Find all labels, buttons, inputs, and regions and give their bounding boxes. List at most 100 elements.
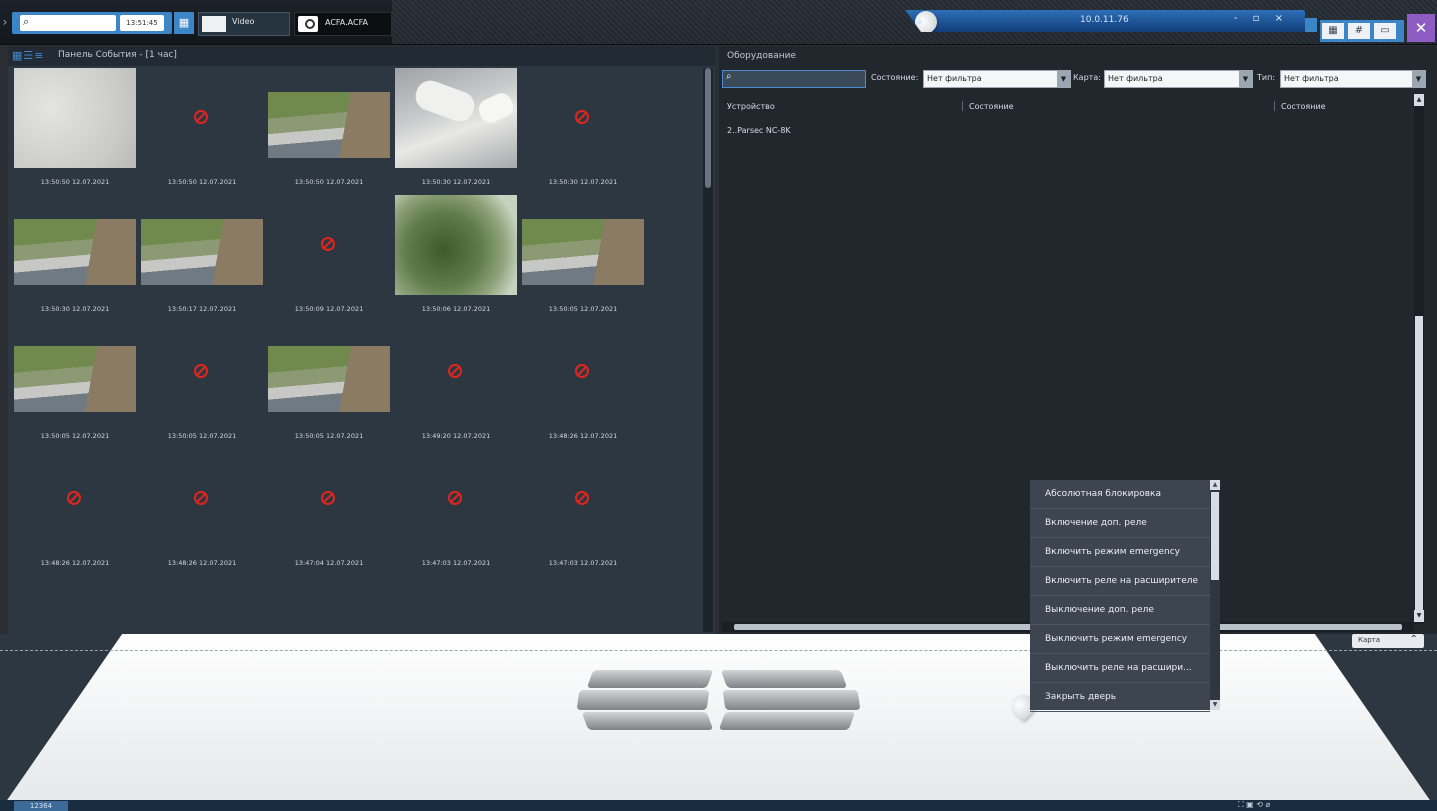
no-image-icon <box>448 364 462 378</box>
tab-video[interactable]: Video <box>198 12 290 36</box>
no-image-icon <box>448 491 462 505</box>
layouts-grid-button[interactable]: ▦ <box>174 12 194 34</box>
panel-toggle-icon[interactable]: › <box>0 12 10 32</box>
menu-item[interactable]: Закрыть дверь <box>1030 683 1210 712</box>
map-area[interactable] <box>0 634 1437 800</box>
equipment-search-input[interactable]: ⌕ <box>722 70 866 88</box>
map-object[interactable] <box>720 670 848 688</box>
event-time: 13:50:30 12.07.2021 <box>421 178 491 186</box>
event-time: 13:50:17 12.07.2021 <box>167 305 237 313</box>
chevron-up-icon: ⌃ <box>1409 634 1418 645</box>
events-scrollbar-thumb[interactable] <box>705 68 711 188</box>
tools-icon[interactable]: ✕ <box>1407 14 1435 42</box>
scroll-up-button[interactable]: ▲ <box>1414 94 1424 106</box>
event-tile[interactable]: 13:50:05 12.07.2021 <box>522 195 644 321</box>
map-filter-select[interactable]: Нет фильтра ▼ <box>1104 70 1253 88</box>
map-filter-label: Карта: <box>1073 73 1101 82</box>
event-time: 13:50:06 12.07.2021 <box>421 305 491 313</box>
menu-item[interactable]: Включить режим emergency <box>1030 538 1210 567</box>
menu-item[interactable]: Включение доп. реле <box>1030 509 1210 538</box>
map-object[interactable] <box>581 712 714 730</box>
map-object[interactable] <box>722 690 861 710</box>
event-tile[interactable]: 13:50:30 12.07.2021 <box>522 68 644 194</box>
map-object[interactable] <box>586 670 714 688</box>
tab-acfa[interactable]: ACFA.ACFA <box>294 12 392 36</box>
menu-item[interactable]: Выключить реле на расшири... <box>1030 654 1210 683</box>
context-menu-scroll-thumb[interactable] <box>1211 492 1219 580</box>
map-toggle-button[interactable]: Карта ⌃ <box>1352 634 1424 648</box>
event-tile[interactable]: 13:50:30 12.07.2021 <box>14 195 136 321</box>
view-grid-icon[interactable]: ▦ <box>1322 23 1344 39</box>
equipment-scrollbar-thumb[interactable] <box>1415 316 1423 612</box>
menu-item[interactable]: Выключение доп. реле <box>1030 596 1210 625</box>
layout-menu-button[interactable] <box>1305 18 1317 32</box>
state-filter-value: Нет фильтра <box>927 74 982 83</box>
context-menu: Абсолютная блокировка Включение доп. реле… <box>1030 480 1220 712</box>
event-thumbnail-frame <box>268 92 390 158</box>
no-image-icon <box>575 110 589 124</box>
no-image-icon <box>194 364 208 378</box>
event-tile[interactable]: 13:50:05 12.07.2021 <box>141 322 263 448</box>
view-single-icon[interactable]: ▭ <box>1374 23 1396 39</box>
scroll-up-button[interactable]: ▲ <box>1210 480 1220 490</box>
event-tile[interactable]: 13:50:05 12.07.2021 <box>14 322 136 448</box>
event-tile[interactable]: 13:50:06 12.07.2021 <box>395 195 517 321</box>
event-tile[interactable]: 13:49:20 12.07.2021 <box>395 322 517 448</box>
map-object[interactable] <box>576 690 710 710</box>
scroll-down-button[interactable]: ▼ <box>1414 610 1424 622</box>
grid-icon: ▦ <box>178 16 190 29</box>
view-hash-icon[interactable]: # <box>1348 23 1370 39</box>
menu-item[interactable]: Включить реле на расширителе <box>1030 567 1210 596</box>
status-controls-icons[interactable]: ⛶ ▣ ⟲ ⌀ <box>1238 800 1270 810</box>
event-tile[interactable]: 13:47:03 12.07.2021 <box>522 449 644 575</box>
tab-video-thumbnail <box>202 16 226 32</box>
tab-video-label: Video <box>232 17 255 26</box>
column-device[interactable]: Устройство <box>727 102 775 111</box>
no-image-icon <box>522 322 644 422</box>
column-separator <box>1274 101 1275 111</box>
menu-item[interactable]: Абсолютная блокировка <box>1030 480 1210 509</box>
menu-item[interactable]: Выключить режим emergency <box>1030 625 1210 654</box>
table-row[interactable]: 2..Parsec NC-8K <box>727 126 791 135</box>
event-tile[interactable]: 13:50:09 12.07.2021 <box>268 195 390 321</box>
event-tile[interactable]: 13:50:05 12.07.2021 <box>268 322 390 448</box>
map-object[interactable] <box>718 712 856 730</box>
window-controls[interactable]: - ▫ × <box>1234 13 1289 24</box>
context-menu-scrollbar[interactable]: ▲ ▼ <box>1210 480 1220 710</box>
map-toggle-label: Карта <box>1358 636 1381 644</box>
event-tile[interactable]: 13:47:03 12.07.2021 <box>395 449 517 575</box>
state-filter-label: Состояние: <box>871 73 919 82</box>
event-thumbnail-frame <box>268 346 390 412</box>
no-image-icon <box>194 110 208 124</box>
event-tile[interactable]: 13:47:04 12.07.2021 <box>268 449 390 575</box>
menu-item-label: Выключение доп. реле <box>1045 605 1154 615</box>
event-time: 13:50:05 12.07.2021 <box>40 432 110 440</box>
no-image-icon <box>575 364 589 378</box>
column-state[interactable]: Состояние <box>969 102 1014 111</box>
event-thumbnail <box>14 68 136 168</box>
event-tile[interactable]: 13:50:50 12.07.2021 <box>268 68 390 194</box>
search-input[interactable]: ⌕ <box>20 15 116 31</box>
map-pin-icon <box>298 16 318 32</box>
type-filter-select[interactable]: Нет фильтра ▼ <box>1280 70 1426 88</box>
column-state-2[interactable]: Состояние <box>1281 102 1326 111</box>
view-toggle-icons[interactable]: ▦☰≡ <box>12 49 44 62</box>
event-time: 13:50:50 12.07.2021 <box>167 178 237 186</box>
scroll-down-button[interactable]: ▼ <box>1210 700 1220 710</box>
event-tile[interactable]: 13:50:30 12.07.2021 <box>395 68 517 194</box>
event-time: 13:50:50 12.07.2021 <box>294 178 364 186</box>
event-tile[interactable]: 13:48:26 12.07.2021 <box>141 449 263 575</box>
events-scrollbar[interactable] <box>703 68 713 632</box>
event-thumbnail <box>141 195 263 295</box>
event-tile[interactable]: 13:50:50 12.07.2021 <box>141 68 263 194</box>
event-tile[interactable]: 13:50:50 12.07.2021 <box>14 68 136 194</box>
event-tile[interactable]: 13:48:26 12.07.2021 <box>14 449 136 575</box>
event-tile[interactable]: 13:48:26 12.07.2021 <box>522 322 644 448</box>
event-time: 13:50:05 12.07.2021 <box>167 432 237 440</box>
event-tile[interactable]: 13:50:17 12.07.2021 <box>141 195 263 321</box>
connection-ip: 10.0.11.76 <box>1080 15 1129 25</box>
search-box: ⌕ 13:51:45 <box>12 12 172 34</box>
equipment-vertical-scrollbar[interactable]: ▲ ▼ <box>1414 94 1424 624</box>
state-filter-select[interactable]: Нет фильтра ▼ <box>923 70 1071 88</box>
event-thumbnail <box>395 195 517 295</box>
